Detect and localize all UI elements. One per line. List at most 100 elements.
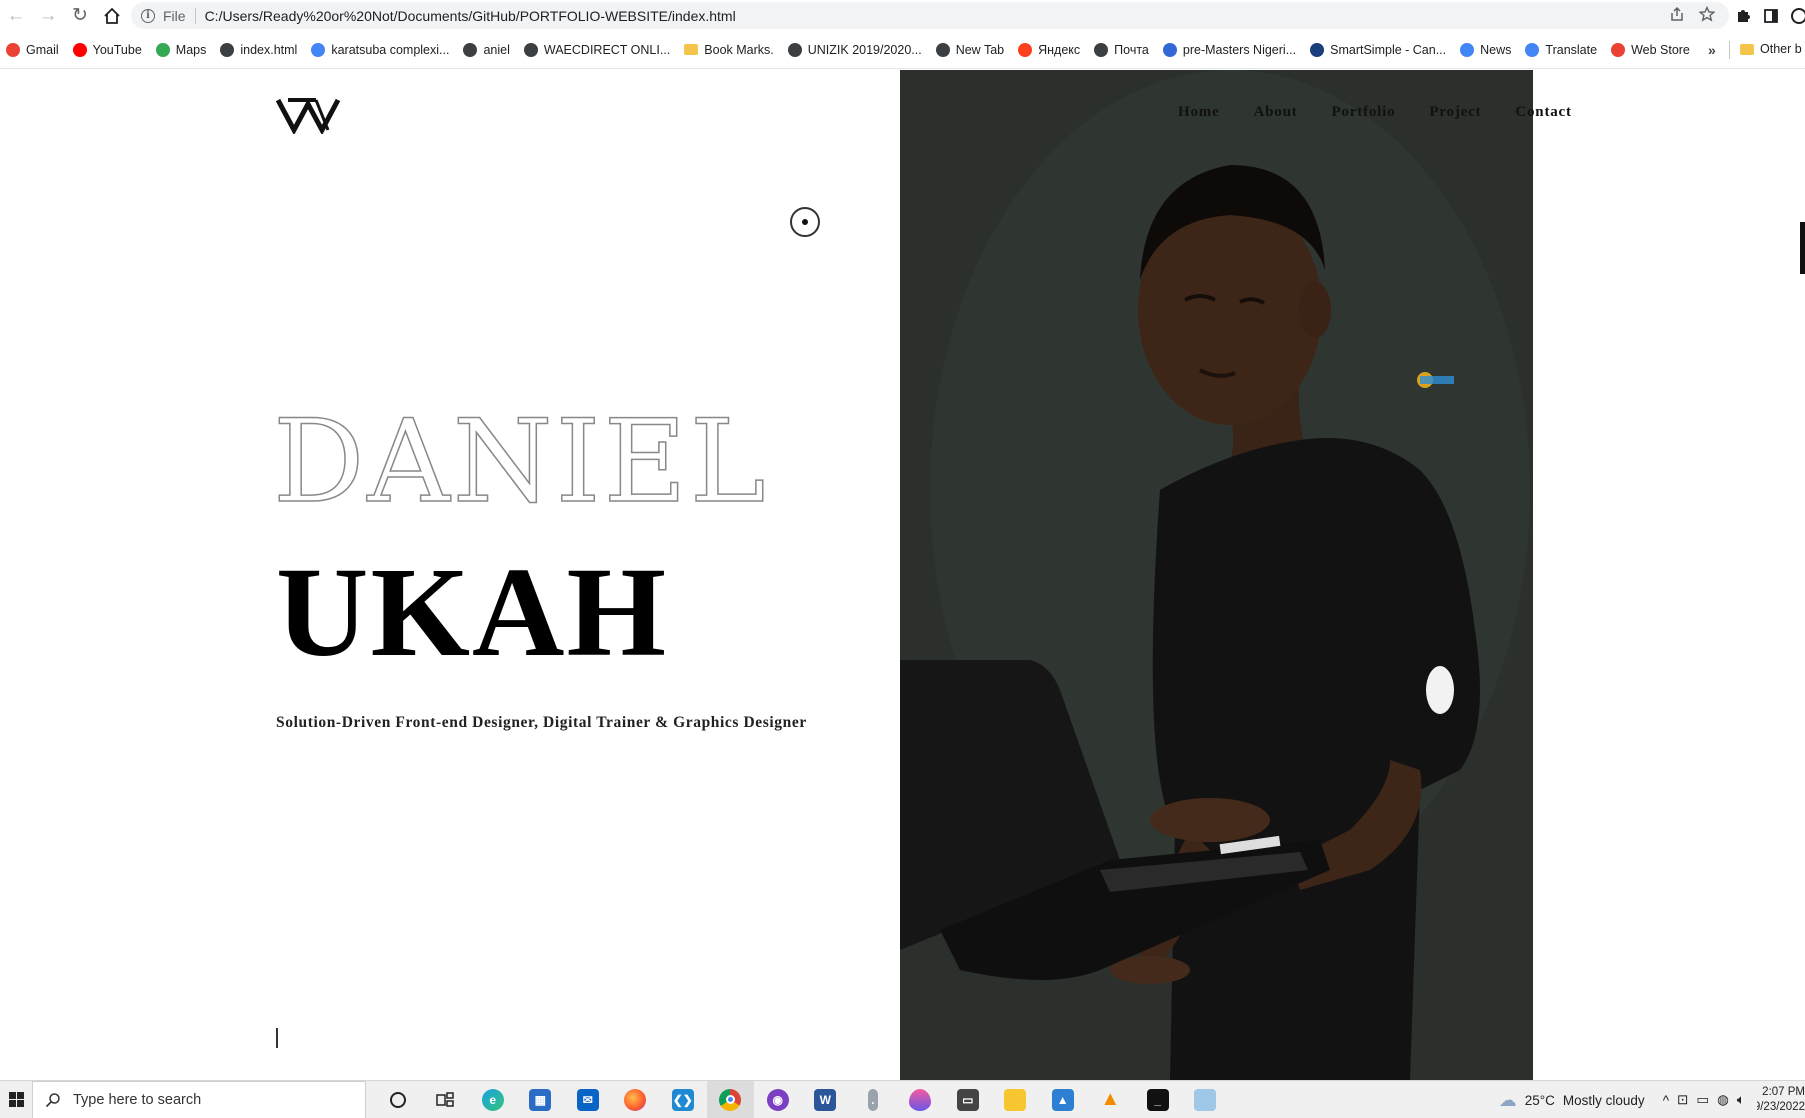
cortana-button[interactable] [374,1081,422,1118]
bookmark-item[interactable]: Maps [155,42,206,57]
address-bar[interactable]: i File C:/Users/Ready%20or%20Not/Documen… [131,2,1729,29]
nav-about[interactable]: About [1254,104,1298,121]
taskbar-terminal[interactable]: _ [1134,1081,1182,1118]
weather-temp[interactable]: 25°C [1525,1093,1555,1108]
taskbar-firefox[interactable] [612,1081,660,1118]
taskbar-connect[interactable]: ▭ [944,1081,992,1118]
bookmark-item[interactable]: Gmail [6,42,59,57]
bookmark-label: SmartSimple - Can... [1330,42,1447,57]
bookmark-label: Почта [1114,42,1149,57]
omnibox-actions [1669,6,1715,22]
paint-drop-icon [909,1088,932,1111]
reload-icon: ↻ [72,5,88,26]
meet-now-icon[interactable]: ⊡ [1677,1092,1688,1108]
taskbar-vscode[interactable]: ❮❯ [659,1081,707,1118]
bookmark-item[interactable]: Почта [1094,42,1149,57]
bookmark-label: karatsuba complexi... [331,42,450,57]
forward-button[interactable]: → [32,0,64,31]
taskbar-vlc[interactable]: ▲ [1087,1081,1135,1118]
clock-date: 9/23/2022 [1757,1101,1805,1113]
yandex-icon [1018,42,1033,57]
info-icon[interactable]: i [141,8,155,23]
bookmark-item[interactable]: aniel [463,42,510,57]
youtube-icon [72,42,87,57]
browser-toolbar: ← → ↻ i File C:/Users/Ready%20or%20Not/D… [0,0,1805,31]
page-scroll-thumb[interactable] [1800,222,1805,274]
bookmark-item[interactable]: SmartSimple - Can... [1310,42,1447,57]
network-icon[interactable]: ◍ [1717,1092,1729,1108]
bookmark-label: Book Marks. [704,42,774,57]
bookmark-item[interactable]: index.html [220,42,298,57]
bookmark-item[interactable]: Translate [1525,42,1597,57]
puzzle-icon[interactable] [1735,8,1751,24]
taskbar-store[interactable]: ▦ [517,1081,565,1118]
other-bookmarks-folder[interactable]: Other b [1740,42,1802,56]
nav-contact[interactable]: Contact [1515,104,1571,121]
chevron-up-icon[interactable]: ^ [1663,1093,1669,1108]
task-view-button[interactable] [422,1081,470,1118]
browser-extensions [1735,0,1805,31]
taskbar-github[interactable]: ◉ [754,1081,802,1118]
bookmark-item[interactable]: UNIZIK 2019/2020... [787,42,922,57]
taskbar-notepad[interactable] [1182,1081,1230,1118]
side-panel-icon[interactable] [1763,8,1779,24]
bookmark-item[interactable]: Book Marks. [684,42,774,57]
weather-text[interactable]: Mostly cloudy [1563,1093,1645,1108]
profile-avatar[interactable] [1791,7,1805,24]
globe-icon [463,42,478,57]
terminal-icon: _ [1146,1088,1169,1111]
url-scheme: File [163,7,186,24]
taskbar-paint[interactable] [897,1081,945,1118]
bookmark-item[interactable]: Яндекс [1018,42,1080,57]
reload-button[interactable]: ↻ [64,0,96,31]
taskbar-microphone[interactable]: . [849,1081,897,1118]
bookmark-item[interactable]: News [1460,42,1511,57]
bookmark-item[interactable]: Web Store [1611,42,1690,57]
back-button[interactable]: ← [0,0,32,31]
bookmark-item[interactable]: WAECDIRECT ONLI... [523,42,670,57]
windows-taskbar: Type here to search e ▦ ✉ ❮❯ ◉ W . ▭ ▲ ▲… [0,1080,1805,1118]
taskbar-photos[interactable]: ▲ [1039,1081,1087,1118]
star-icon[interactable] [1699,6,1715,22]
smartsimple-icon [1310,42,1325,57]
bookmark-label: YouTube [92,42,142,57]
hero-first-name: DANIEL [272,395,769,528]
more-bookmarks-button[interactable]: » [1708,42,1716,58]
bookmark-item[interactable]: karatsuba complexi... [311,42,450,57]
logo-w-icon[interactable] [276,94,346,134]
start-button[interactable] [0,1081,32,1118]
store-icon: ▦ [529,1088,552,1111]
scroll-indicator [276,1028,278,1048]
mail-icon: ✉ [576,1088,599,1111]
monitor-icon: ▭ [956,1088,979,1111]
nav-project[interactable]: Project [1429,104,1481,121]
taskbar-word[interactable]: W [802,1081,850,1118]
share-icon[interactable] [1669,6,1685,22]
vlc-icon: ▲ [1100,1088,1121,1110]
page-viewport: DANIEL UKAH Solution-Driven Front-end De… [0,70,1805,1080]
bookmark-item[interactable]: YouTube [72,42,142,57]
taskbar-explorer[interactable] [992,1081,1040,1118]
bookmark-item[interactable]: New Tab [935,42,1004,57]
system-clock[interactable]: 2:07 PM 9/23/2022 [1757,1085,1805,1115]
bookmark-item[interactable]: pre-Masters Nigeri... [1162,42,1296,57]
github-icon: ◉ [766,1088,789,1111]
taskbar-mail[interactable]: ✉ [564,1081,612,1118]
nav-portfolio[interactable]: Portfolio [1332,104,1396,121]
bookmarks-bar: Gmail YouTube Maps index.html karatsuba comp… [0,31,1805,69]
edge-icon: e [481,1088,504,1111]
taskbar-search-box[interactable]: Type here to search [32,1080,366,1118]
translate-icon [1525,42,1540,57]
bookmark-label: index.html [240,42,298,57]
battery-icon[interactable]: ▭ [1696,1092,1709,1108]
url-text[interactable]: C:/Users/Ready%20or%20Not/Documents/GitH… [205,8,736,24]
google-icon [311,42,326,57]
taskbar-edge[interactable]: e [469,1081,517,1118]
nav-home[interactable]: Home [1178,104,1220,121]
taskbar-chrome[interactable] [706,1080,754,1118]
bookmark-label: Gmail [26,42,59,57]
home-button[interactable] [96,0,128,31]
volume-icon[interactable]: 🔈︎ [1737,1092,1745,1108]
cloud-icon: ☁ [1498,1089,1517,1110]
gmail-icon [6,42,20,57]
